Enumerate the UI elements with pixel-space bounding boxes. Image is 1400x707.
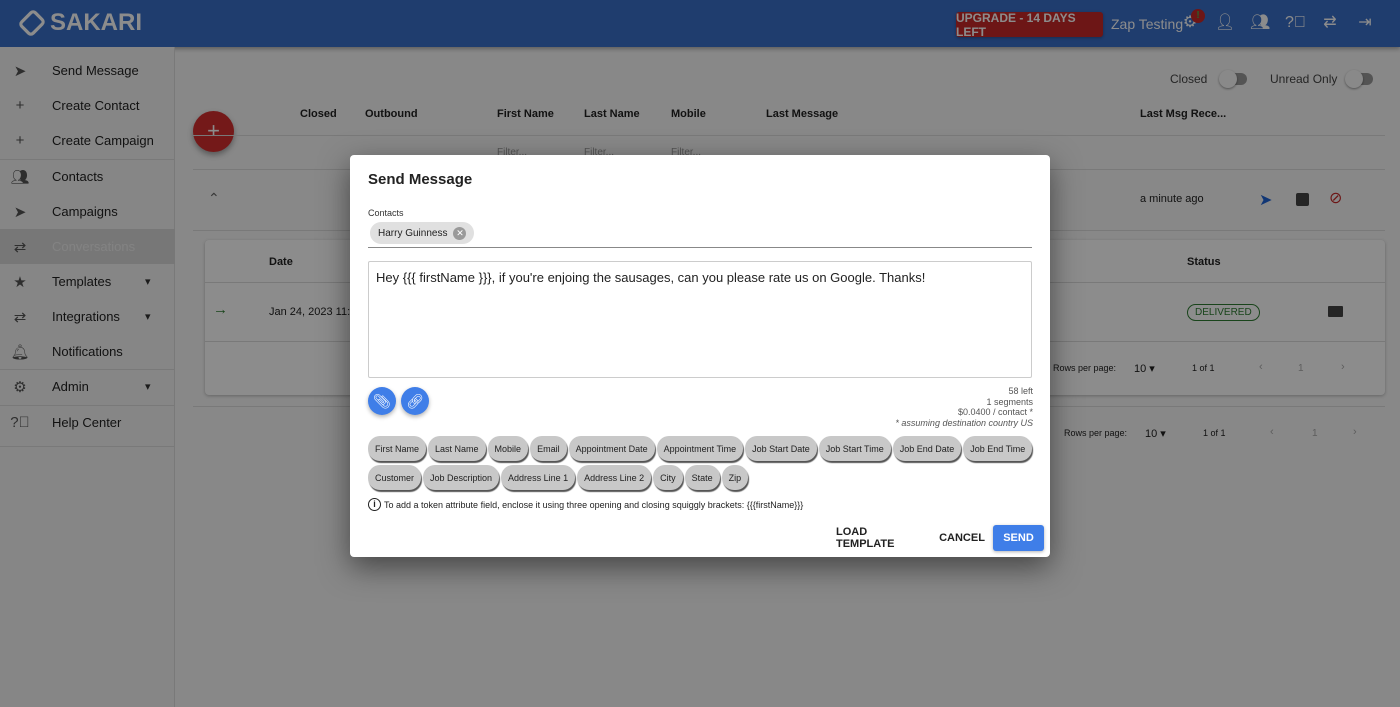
token-chip[interactable]: Job End Date (892, 436, 962, 461)
insert-link-button[interactable]: 🔗︎ (401, 387, 429, 415)
token-chip[interactable]: Job Description (423, 465, 500, 490)
token-list: First Name Last Name Mobile Email Appointmen… (368, 436, 1038, 492)
contact-name: Harry Guinness (378, 227, 448, 239)
token-chip[interactable]: Appointment Time (656, 436, 744, 461)
token-chip[interactable]: Zip (721, 465, 749, 490)
segments: 1 segments (986, 396, 1033, 407)
token-chip[interactable]: Last Name (428, 436, 486, 461)
token-chip[interactable]: Customer (368, 465, 422, 490)
attach-button[interactable]: 📎︎ (368, 387, 396, 415)
info-icon: i (368, 498, 381, 511)
chars-left: 58 left (1008, 386, 1033, 396)
token-chip[interactable]: Job End Time (963, 436, 1033, 461)
cost-note: * assuming destination country US (895, 417, 1033, 428)
load-template-button[interactable]: LOAD TEMPLATE (836, 525, 926, 551)
token-chip[interactable]: Address Line 2 (577, 465, 652, 490)
dialog-title: Send Message (368, 171, 473, 188)
token-chip[interactable]: Appointment Date (568, 436, 655, 461)
cost-per-contact: $0.0400 / contact * (957, 407, 1033, 417)
token-chip[interactable]: Mobile (487, 436, 529, 461)
message-input[interactable]: Hey {{{ firstName }}}, if you're enjoing… (368, 261, 1032, 378)
token-chip[interactable]: State (684, 465, 720, 490)
token-chip[interactable]: Email (530, 436, 567, 461)
contact-chip[interactable]: Harry Guinness ✕ (370, 222, 475, 244)
token-chip[interactable]: Job Start Time (818, 436, 891, 461)
contacts-label: Contacts (368, 208, 404, 218)
remove-contact-icon[interactable]: ✕ (453, 226, 467, 240)
send-button[interactable]: SEND (993, 525, 1044, 551)
token-chip[interactable]: City (653, 465, 683, 490)
paperclip-icon: 📎︎ (373, 393, 391, 409)
hint-text: To add a token attribute field, enclose … (384, 499, 804, 510)
token-chip[interactable]: Job Start Date (745, 436, 817, 461)
contacts-underline (368, 247, 1032, 248)
token-chip[interactable]: Address Line 1 (501, 465, 576, 490)
link-icon: 🔗︎ (406, 393, 424, 409)
token-hint: i To add a token attribute field, enclose… (368, 498, 803, 511)
send-message-dialog: Send Message Contacts Harry Guinness ✕ He… (350, 155, 1050, 557)
message-stats: 58 left 1 segments $0.0400 / contact * *… (895, 386, 1033, 428)
cancel-button[interactable]: CANCEL (937, 525, 987, 551)
token-chip[interactable]: First Name (368, 436, 427, 461)
